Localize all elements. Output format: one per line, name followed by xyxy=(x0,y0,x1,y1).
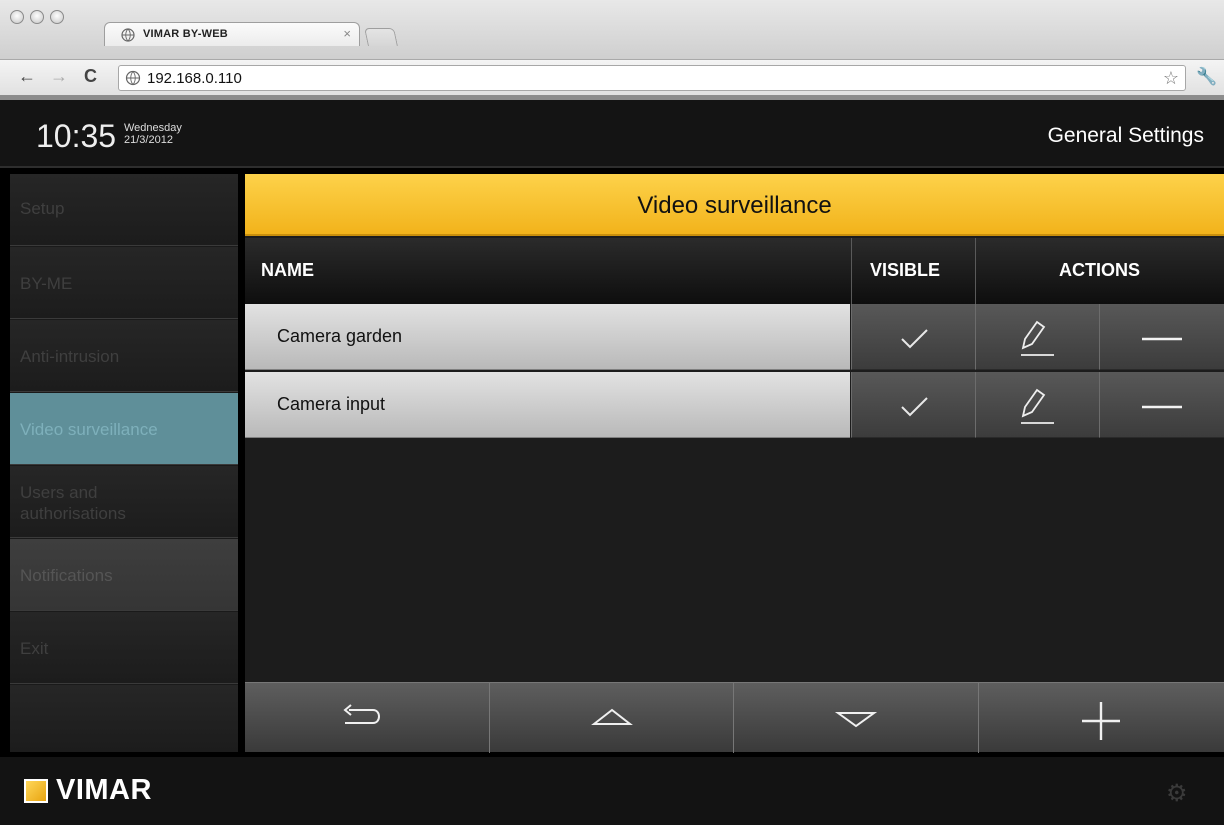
sidebar-item-label: Anti-intrusion xyxy=(20,347,120,366)
row-name-cell[interactable]: Camera input xyxy=(245,372,850,438)
page-title: General Settings xyxy=(1047,124,1204,147)
gear-icon[interactable]: ⚙ xyxy=(1166,779,1188,808)
reload-icon[interactable]: C xyxy=(84,67,97,85)
checkmark-icon xyxy=(901,329,928,349)
app-frame: 10:35 Wednesday 21/3/2012 General Settin… xyxy=(0,100,1224,825)
browser-tab[interactable]: VIMAR BY-WEB × xyxy=(104,22,360,46)
table-row: Camera garden xyxy=(245,304,1224,370)
clock-weekday: Wednesday xyxy=(124,122,182,134)
window-close-button[interactable] xyxy=(10,10,24,24)
plus-icon xyxy=(1082,702,1120,740)
scroll-up-button[interactable] xyxy=(489,683,733,753)
forward-icon[interactable]: → xyxy=(50,67,68,85)
sidebar-item-exit[interactable]: Exit xyxy=(10,612,238,684)
edit-button[interactable] xyxy=(975,304,1099,370)
row-name-cell[interactable]: Camera garden xyxy=(245,304,850,370)
sidebar-item-label: Users and authorisations xyxy=(20,483,126,523)
bookmark-star-icon[interactable]: ☆ xyxy=(1163,68,1179,89)
up-arrow-icon xyxy=(591,708,633,725)
checkmark-icon xyxy=(901,397,928,417)
clock-date: 21/3/2012 xyxy=(124,134,173,146)
back-icon[interactable]: ← xyxy=(18,67,36,85)
vimar-logo-icon xyxy=(24,779,48,803)
new-tab-button[interactable] xyxy=(364,28,398,46)
window-minimize-button[interactable] xyxy=(30,10,44,24)
delete-button[interactable] xyxy=(1099,372,1224,438)
column-divider xyxy=(851,238,852,304)
column-divider xyxy=(975,238,976,304)
back-arrow-icon xyxy=(343,704,380,724)
back-button[interactable] xyxy=(245,683,489,753)
pencil-icon xyxy=(1021,388,1054,424)
minus-icon xyxy=(1142,337,1182,341)
browser-tab-strip: VIMAR BY-WEB × xyxy=(0,0,1224,60)
bottom-toolbar xyxy=(245,682,1224,753)
sidebar-empty-slot xyxy=(10,685,238,752)
minus-icon xyxy=(1142,405,1182,409)
edit-button[interactable] xyxy=(975,372,1099,438)
column-header-visible: VISIBLE xyxy=(870,260,941,280)
app-header: 10:35 Wednesday 21/3/2012 General Settin… xyxy=(0,100,1224,168)
window-zoom-button[interactable] xyxy=(50,10,64,24)
section-header: Video surveillance xyxy=(245,174,1224,236)
row-name: Camera garden xyxy=(277,326,403,346)
sidebar-item-label: Notifications xyxy=(20,566,113,585)
sidebar-item-label: Exit xyxy=(20,639,49,658)
main-panel: Video surveillance NAME VISIBLE ACTIONS … xyxy=(245,174,1224,753)
address-text: 192.168.0.110 xyxy=(147,70,242,87)
delete-button[interactable] xyxy=(1099,304,1224,370)
sidebar-item-users-and-authorisations[interactable]: Users and authorisations xyxy=(10,466,238,538)
sidebar: Setup BY-ME Anti-intrusion Video surveil… xyxy=(10,174,238,752)
sidebar-item-label: Setup xyxy=(20,199,65,218)
down-arrow-icon xyxy=(834,712,878,728)
add-camera-button[interactable] xyxy=(978,683,1224,753)
row-name: Camera input xyxy=(277,394,386,414)
table-row: Camera input xyxy=(245,372,1224,438)
browser-toolbar: ← → C 192.168.0.110 ☆ 🔧 xyxy=(0,60,1224,96)
column-header-actions: ACTIONS xyxy=(1059,260,1140,280)
sidebar-item-video-surveillance[interactable]: Video surveillance xyxy=(10,393,238,465)
visible-toggle[interactable] xyxy=(851,372,975,438)
wrench-menu-icon[interactable]: 🔧 xyxy=(1196,67,1217,87)
sidebar-item-anti-intrusion[interactable]: Anti-intrusion xyxy=(10,320,238,392)
address-bar[interactable]: 192.168.0.110 ☆ xyxy=(118,65,1186,91)
app-footer: VIMAR ⚙ xyxy=(0,757,1224,825)
sidebar-item-label: BY-ME xyxy=(20,274,73,293)
sidebar-item-by-me[interactable]: BY-ME xyxy=(10,247,238,319)
tab-close-icon[interactable]: × xyxy=(343,26,351,41)
clock-time: 10:35 xyxy=(36,118,117,154)
scroll-down-button[interactable] xyxy=(733,683,978,753)
visible-toggle[interactable] xyxy=(851,304,975,370)
tab-title: VIMAR BY-WEB xyxy=(143,28,228,40)
brand-logo-text: VIMAR xyxy=(56,774,152,806)
column-header-name: NAME xyxy=(261,260,314,280)
pencil-icon xyxy=(1021,320,1054,356)
sidebar-item-label: Video surveillance xyxy=(20,420,158,439)
section-title: Video surveillance xyxy=(637,192,832,219)
address-globe-icon xyxy=(125,70,141,86)
tab-globe-icon xyxy=(121,28,135,42)
table-header: NAME VISIBLE ACTIONS xyxy=(245,238,1224,304)
sidebar-item-notifications[interactable]: Notifications xyxy=(10,539,238,611)
sidebar-item-setup[interactable]: Setup xyxy=(10,174,238,246)
